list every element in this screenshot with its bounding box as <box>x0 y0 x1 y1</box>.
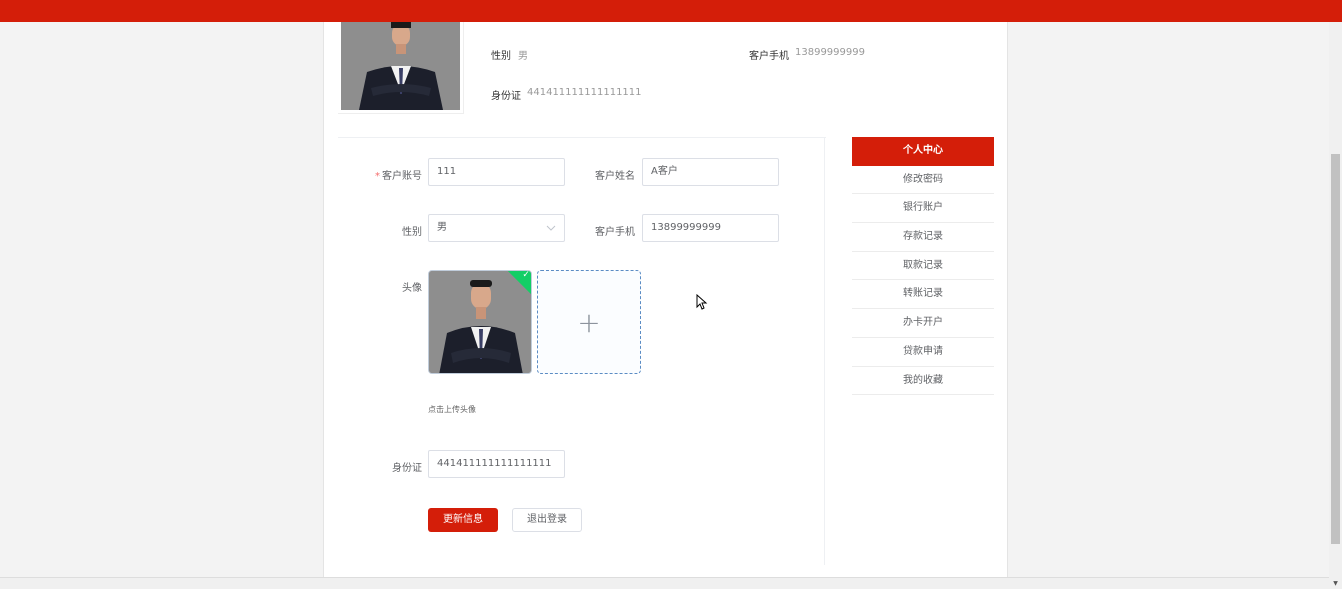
phone-label: 客户手机 <box>595 227 635 238</box>
avatar-uploaded-image[interactable]: ✓ <box>428 270 532 374</box>
section-divider <box>338 137 826 138</box>
gender-select-value: 男 <box>437 222 447 233</box>
plus-icon: + <box>577 305 601 339</box>
sidebar-item-withdrawal-records[interactable]: 取款记录 <box>852 252 994 281</box>
gender-select[interactable]: 男 <box>428 214 565 242</box>
summary-gender-value: 男 <box>518 51 528 62</box>
summary-phone-label: 客户手机 <box>749 51 789 62</box>
top-header-bar <box>0 0 1342 22</box>
summary-gender-label: 性别 <box>491 51 511 62</box>
sidebar-item-bank-account[interactable]: 银行账户 <box>852 194 994 224</box>
scroll-down-arrow-icon[interactable]: ▼ <box>1331 580 1340 587</box>
required-asterisk: * <box>375 171 380 182</box>
avatar-label: 头像 <box>402 283 422 294</box>
summary-phone-value: 13899999999 <box>795 47 865 58</box>
avatar-upload-button[interactable]: + <box>537 270 641 374</box>
sidebar-divider <box>824 137 825 565</box>
id-input[interactable]: 441411111111111111 <box>428 450 565 478</box>
gender-label: 性别 <box>402 227 422 238</box>
sidebar-item-deposit-records[interactable]: 存款记录 <box>852 223 994 252</box>
sidebar-menu: 个人中心 修改密码 银行账户 存款记录 取款记录 转账记录 办卡开户 贷款申请 … <box>852 137 994 396</box>
phone-input[interactable]: 13899999999 <box>642 214 779 242</box>
profile-photo-frame <box>338 22 464 114</box>
name-input[interactable]: A客户 <box>642 158 779 186</box>
summary-id-label: 身份证 <box>491 91 521 102</box>
chevron-down-icon <box>546 225 556 231</box>
sidebar-item-favorites[interactable]: 我的收藏 <box>852 367 994 396</box>
id-label: 身份证 <box>392 463 422 474</box>
sidebar-item-change-password[interactable]: 修改密码 <box>852 166 994 195</box>
update-info-button[interactable]: 更新信息 <box>428 508 498 532</box>
account-input[interactable]: 111 <box>428 158 565 186</box>
summary-id-value: 441411111111111111 <box>527 87 642 98</box>
sidebar-item-transfer-records[interactable]: 转账记录 <box>852 280 994 310</box>
mouse-cursor-icon <box>696 294 708 310</box>
account-label: * 客户账号 <box>352 167 422 182</box>
name-label: 客户姓名 <box>595 171 635 182</box>
sidebar-item-loan-application[interactable]: 贷款申请 <box>852 338 994 367</box>
check-icon: ✓ <box>522 270 530 281</box>
sidebar-item-open-card[interactable]: 办卡开户 <box>852 309 994 338</box>
sidebar-item-personal-center[interactable]: 个人中心 <box>852 137 994 166</box>
scrollbar-thumb[interactable] <box>1331 154 1340 544</box>
avatar-upload-tip: 点击上传头像 <box>428 405 476 414</box>
logout-button[interactable]: 退出登录 <box>512 508 582 532</box>
horizontal-scrollbar[interactable] <box>0 577 1329 589</box>
account-label-text: 客户账号 <box>382 171 422 182</box>
profile-photo <box>341 22 460 110</box>
vertical-scrollbar[interactable]: ▼ <box>1329 22 1342 589</box>
